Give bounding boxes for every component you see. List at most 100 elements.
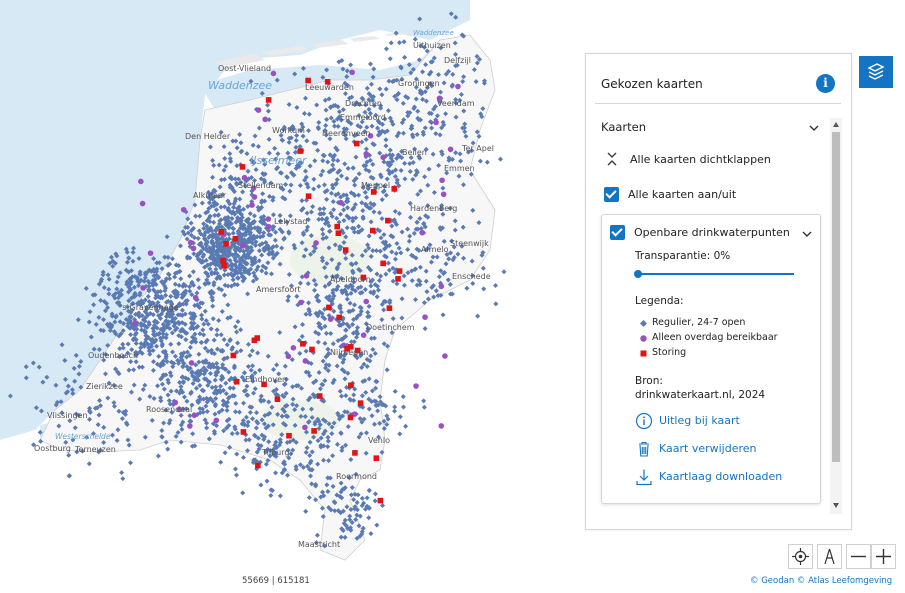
collapse-all-label: Alle kaarten dichtklappen (630, 153, 771, 166)
daytime-point (188, 360, 195, 366)
scroll-down-icon[interactable] (833, 503, 839, 508)
place-label: Tilburg (261, 448, 289, 457)
zoom-out-icon (851, 555, 866, 558)
place-label: Uithuizen (413, 41, 451, 50)
place-label: Hardenberg (410, 204, 457, 213)
daytime-point (327, 316, 334, 322)
daytime-point (270, 70, 277, 77)
daytime-point (187, 239, 194, 246)
daytime-point (249, 202, 255, 208)
daytime-point (380, 154, 386, 161)
place-label: Ter Apel (461, 144, 494, 153)
square-icon (640, 350, 647, 357)
fault-point (352, 450, 358, 456)
place-label: Veendam (437, 99, 475, 108)
place-label: Beilen (402, 148, 427, 157)
layers-button[interactable] (859, 56, 893, 88)
info-circle-icon (635, 412, 653, 430)
daytime-point (213, 417, 220, 424)
layer-title: Openbare drinkwaterpunten (634, 226, 790, 239)
fault-point (373, 455, 380, 461)
trash-icon (639, 441, 649, 457)
daytime-point (290, 345, 297, 351)
zoom-in-button[interactable] (871, 544, 896, 569)
fault-point (232, 235, 239, 242)
place-label: Groningen (398, 79, 440, 88)
water-label: IJsselmeer (250, 154, 308, 167)
place-label: Maastricht (298, 540, 340, 549)
panel-title: Gekozen kaarten (601, 77, 703, 91)
panel-header: Gekozen kaarten i (595, 64, 841, 104)
place-label: Terneuzen (74, 445, 116, 454)
fault-point (265, 97, 272, 103)
place-label: Drachten (345, 99, 382, 108)
place-label: Vlissingen (47, 411, 88, 420)
daytime-point (139, 200, 146, 207)
chevron-down-icon (809, 125, 819, 131)
fault-point (220, 257, 226, 264)
daytime-point (338, 199, 344, 206)
place-label: Oostburg (34, 444, 71, 453)
place-label: Zierikzee (86, 382, 123, 391)
north-button[interactable] (817, 544, 842, 569)
place-label: Oost-Vlieland (218, 64, 271, 73)
daytime-point (298, 299, 304, 306)
attribution-link[interactable]: © Geodan © Atlas Leefomgeving (750, 576, 892, 586)
section-label: Kaarten (601, 120, 647, 134)
daytime-point (440, 191, 447, 198)
place-label: Emmen (444, 164, 475, 173)
section-kaarten[interactable]: Kaarten (601, 118, 827, 138)
daytime-point (303, 272, 310, 279)
source-value: drinkwaterkaart.nl, 2024 (635, 389, 766, 401)
place-label: Alkmaar (193, 191, 227, 200)
place-label: Emmeloord (340, 113, 386, 122)
daytime-point (442, 353, 448, 359)
daytime-point (190, 245, 197, 252)
daytime-point (363, 151, 370, 157)
locate-icon (792, 548, 809, 565)
daytime-point (363, 298, 370, 305)
panel-scrollbar[interactable] (830, 118, 842, 514)
water-label: Waddenzee (208, 79, 272, 92)
transparency-label: Transparantie: 0% (635, 250, 731, 262)
fault-point (391, 186, 398, 192)
north-arrow-icon (824, 548, 835, 565)
info-icon[interactable]: i (816, 74, 835, 93)
place-label: Roermond (336, 472, 377, 481)
chevron-down-icon[interactable] (802, 229, 812, 239)
fault-point (230, 352, 237, 359)
fault-point (239, 164, 246, 170)
place-label: Apeldoorn (330, 275, 371, 284)
layer-card: Openbare drinkwaterpunten Transparantie:… (601, 214, 821, 504)
locate-button[interactable] (788, 544, 813, 569)
fault-point (309, 346, 315, 353)
place-label: Nijmegen (330, 348, 368, 357)
zoom-out-button[interactable] (846, 544, 871, 569)
daytime-point (265, 216, 272, 222)
place-label: Amersfoort (256, 285, 301, 294)
layer-card-header[interactable]: Openbare drinkwaterpunten (610, 225, 814, 241)
daytime-point (419, 229, 425, 236)
fault-point (218, 229, 224, 235)
daytime-point (360, 332, 367, 338)
layer-visibility-checkbox[interactable] (610, 225, 625, 240)
daytime-point (313, 240, 319, 246)
scroll-up-icon[interactable] (833, 122, 839, 127)
toggle-all-checkbox[interactable] (604, 187, 619, 202)
fault-point (274, 396, 281, 402)
action-label: Uitleg bij kaart (659, 414, 740, 427)
toggle-all-label: Alle kaarten aan/uit (628, 188, 737, 201)
daytime-point (413, 383, 419, 389)
scrollbar-thumb[interactable] (832, 132, 840, 462)
daytime-point (455, 83, 461, 90)
place-label: Delfzijl (444, 56, 471, 65)
action-label: Kaartlaag downloaden (659, 470, 783, 483)
fault-point (385, 217, 391, 224)
daytime-point (349, 69, 355, 76)
slider-handle[interactable] (634, 270, 642, 278)
fault-point (300, 340, 306, 347)
daytime-point (192, 294, 199, 301)
fault-point (369, 227, 376, 234)
fault-point (335, 230, 342, 237)
transparency-slider[interactable] (634, 270, 794, 278)
